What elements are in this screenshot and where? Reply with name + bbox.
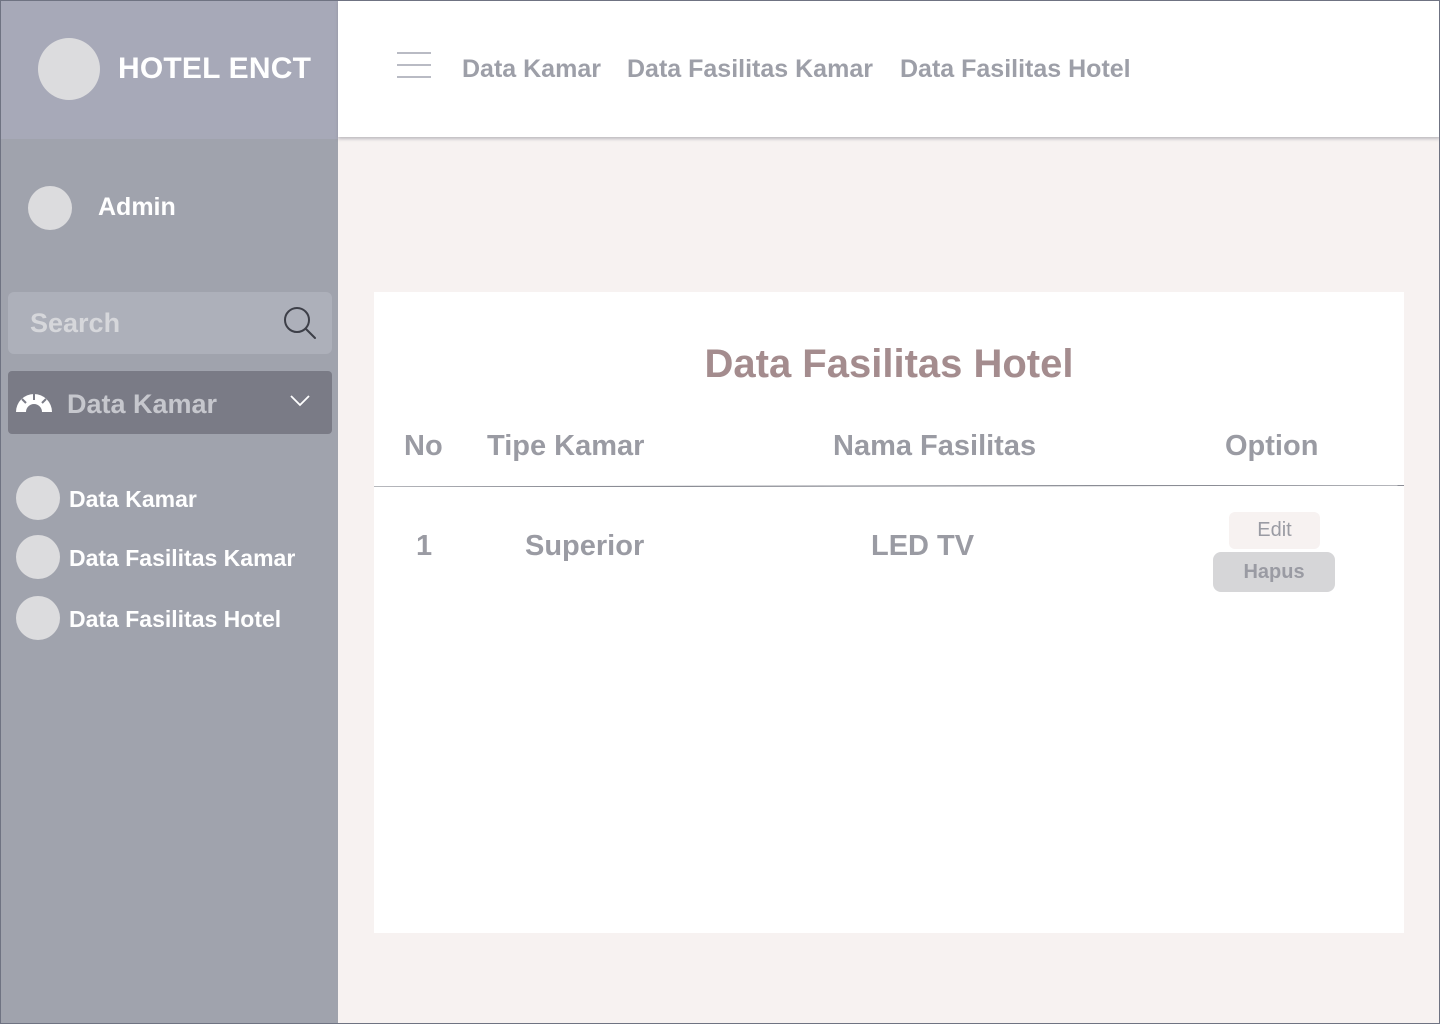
circle-icon [16, 535, 60, 579]
sidebar-item-label: Data Fasilitas Hotel [69, 606, 282, 632]
hamburger-menu-icon[interactable] [397, 52, 431, 78]
column-header-tipe-kamar: Tipe Kamar [487, 430, 645, 462]
sidebar: HOTEL ENCT Admin Data Kamar Data Kamar D… [0, 0, 338, 1024]
user-avatar[interactable] [28, 186, 72, 230]
column-header-nama-fasilitas: Nama Fasilitas [833, 430, 1037, 462]
edit-button[interactable]: Edit [1229, 512, 1320, 549]
sidebar-item-data-kamar[interactable]: Data Kamar [16, 476, 326, 520]
cell-no: 1 [416, 530, 433, 562]
circle-icon [16, 596, 60, 640]
topnav-data-fasilitas-hotel[interactable]: Data Fasilitas Hotel [900, 55, 1131, 84]
content-card: Data Fasilitas Hotel No Tipe Kamar Nama … [374, 292, 1404, 933]
dashboard-gauge-icon [16, 394, 52, 412]
sidebar-item-label: Data Fasilitas Kamar [69, 545, 296, 571]
search-icon[interactable] [283, 306, 317, 340]
column-header-option: Option [1225, 430, 1319, 462]
column-header-no: No [404, 430, 443, 462]
user-name[interactable]: Admin [98, 193, 176, 222]
delete-button[interactable]: Hapus [1213, 552, 1335, 592]
brand-logo [38, 38, 100, 100]
sidebar-item-label: Data Kamar [69, 486, 197, 512]
data-kamar-dropdown[interactable]: Data Kamar [8, 371, 332, 434]
brand-title: HOTEL ENCT [118, 52, 312, 85]
circle-icon [16, 476, 60, 520]
sidebar-item-data-fasilitas-kamar[interactable]: Data Fasilitas Kamar [16, 535, 326, 579]
dropdown-label: Data Kamar [67, 389, 218, 419]
search-input[interactable] [8, 292, 268, 354]
cell-tipe-kamar: Superior [525, 530, 645, 562]
topnav-data-fasilitas-kamar[interactable]: Data Fasilitas Kamar [627, 55, 873, 84]
cell-nama-fasilitas: LED TV [871, 530, 975, 562]
search-box [8, 292, 332, 354]
chevron-down-icon [290, 395, 310, 407]
table-header-divider [374, 485, 1404, 487]
topnav-data-kamar[interactable]: Data Kamar [462, 55, 601, 84]
brand-header: HOTEL ENCT [0, 0, 338, 139]
page-title: Data Fasilitas Hotel [704, 342, 1074, 386]
top-bar: Data Kamar Data Fasilitas Kamar Data Fas… [338, 0, 1440, 137]
sidebar-item-data-fasilitas-hotel[interactable]: Data Fasilitas Hotel [16, 596, 326, 640]
